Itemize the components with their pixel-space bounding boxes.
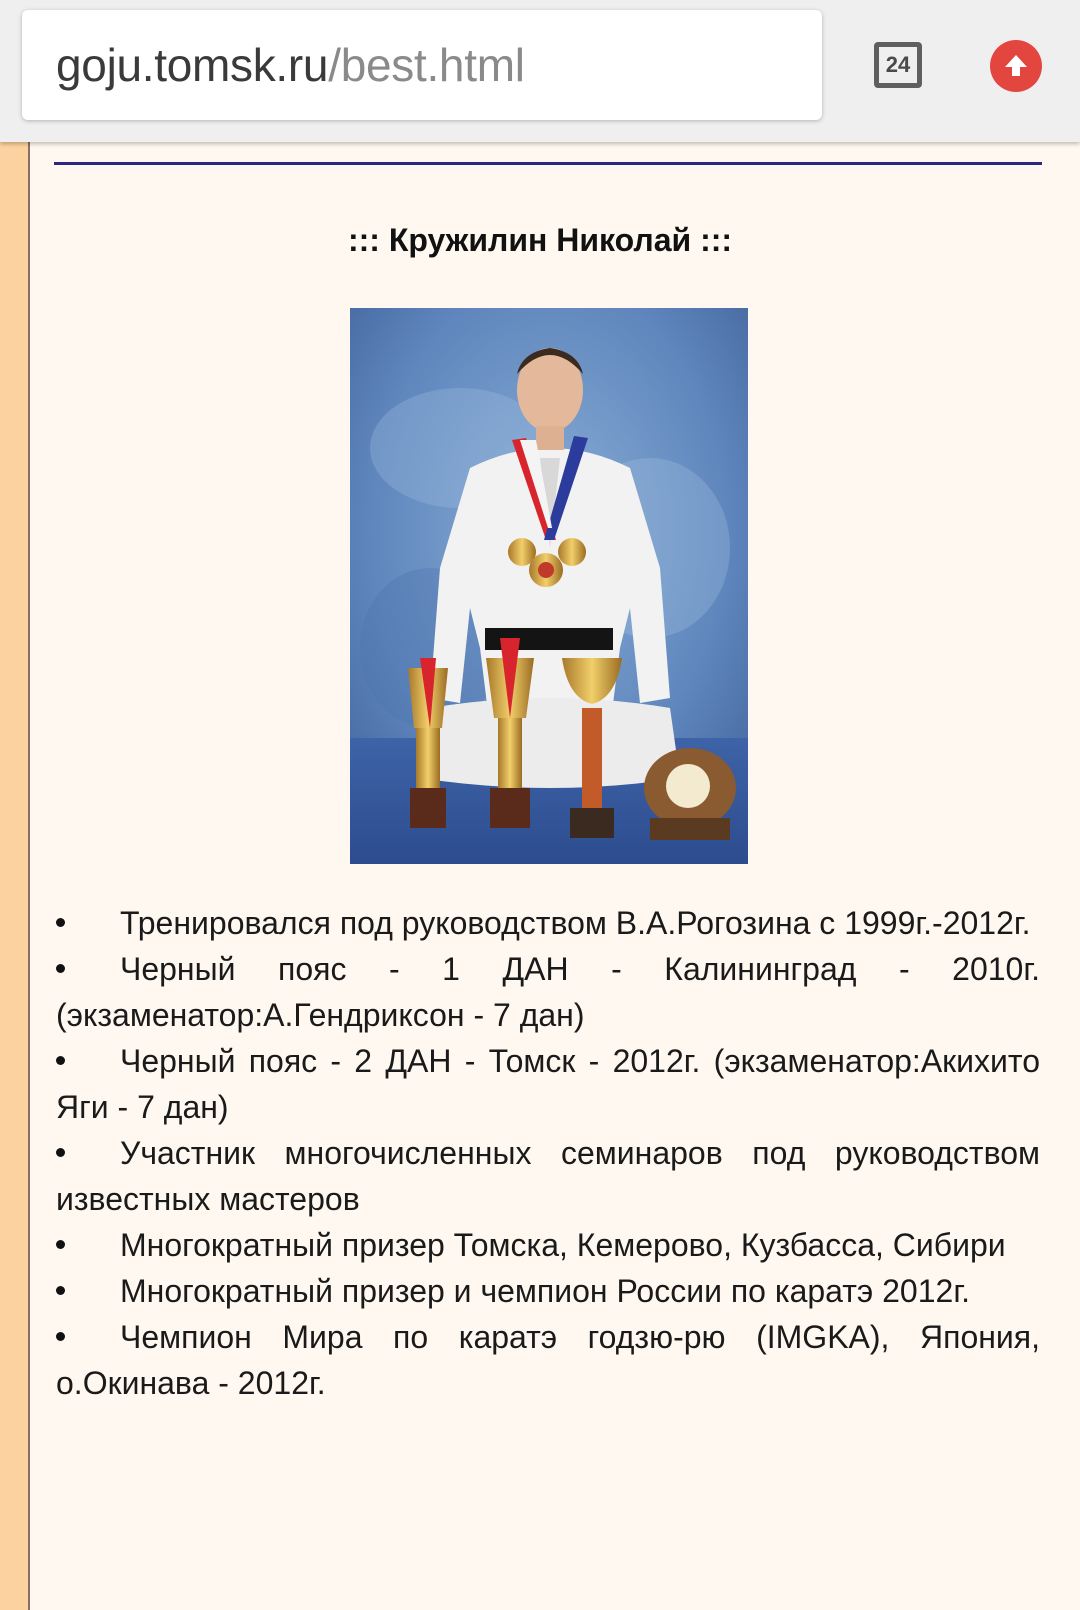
- url-host: goju.tomsk.ru: [56, 39, 329, 91]
- section-divider: [54, 162, 1042, 165]
- achievement-item: Многократный призер и чемпион России по …: [56, 1268, 1040, 1314]
- achievement-text: Чемпион Мира по каратэ годзю-рю (IMGKA),…: [56, 1319, 1040, 1401]
- bullet-icon: [56, 918, 65, 927]
- achievement-text: Участник многочисленных семинаров под ру…: [56, 1135, 1040, 1217]
- achievement-item: Чемпион Мира по каратэ годзю-рю (IMGKA),…: [56, 1314, 1040, 1406]
- achievement-text: Тренировался под руководством В.А.Рогози…: [120, 905, 1031, 941]
- achievement-item: Черный пояс - 1 ДАН - Калининград - 2010…: [56, 946, 1040, 1038]
- athlete-photo: [350, 308, 748, 864]
- tab-count: 24: [885, 52, 911, 77]
- achievement-item: Черный пояс - 2 ДАН - Томск - 2012г. (эк…: [56, 1038, 1040, 1130]
- achievements-list: Тренировался под руководством В.А.Рогози…: [56, 900, 1040, 1406]
- bullet-icon: [56, 1056, 65, 1065]
- address-bar[interactable]: goju.tomsk.ru/best.html: [22, 10, 822, 120]
- bullet-icon: [56, 1148, 65, 1157]
- achievement-text: Черный пояс - 1 ДАН - Калининград - 2010…: [56, 951, 1040, 1033]
- achievement-item: Участник многочисленных семинаров под ру…: [56, 1130, 1040, 1222]
- arrow-up-circle-icon: [1005, 55, 1027, 76]
- achievement-text: Многократный призер и чемпион России по …: [120, 1273, 970, 1309]
- browser-toolbar: goju.tomsk.ru/best.html 24: [0, 0, 1080, 142]
- update-button[interactable]: [990, 40, 1042, 92]
- tab-switcher-button[interactable]: 24: [874, 42, 922, 88]
- achievement-text: Многократный призер Томска, Кемерово, Ку…: [120, 1227, 1006, 1263]
- achievement-item: Тренировался под руководством В.А.Рогози…: [56, 900, 1040, 946]
- achievement-text: Черный пояс - 2 ДАН - Томск - 2012г. (эк…: [56, 1043, 1040, 1125]
- bullet-icon: [56, 964, 65, 973]
- url-path: /best.html: [328, 39, 525, 91]
- bullet-icon: [56, 1286, 65, 1295]
- person-name-heading: ::: Кружилин Николай :::: [347, 222, 733, 258]
- bullet-icon: [56, 1332, 65, 1341]
- achievement-item: Многократный призер Томска, Кемерово, Ку…: [56, 1222, 1040, 1268]
- bullet-icon: [56, 1240, 65, 1249]
